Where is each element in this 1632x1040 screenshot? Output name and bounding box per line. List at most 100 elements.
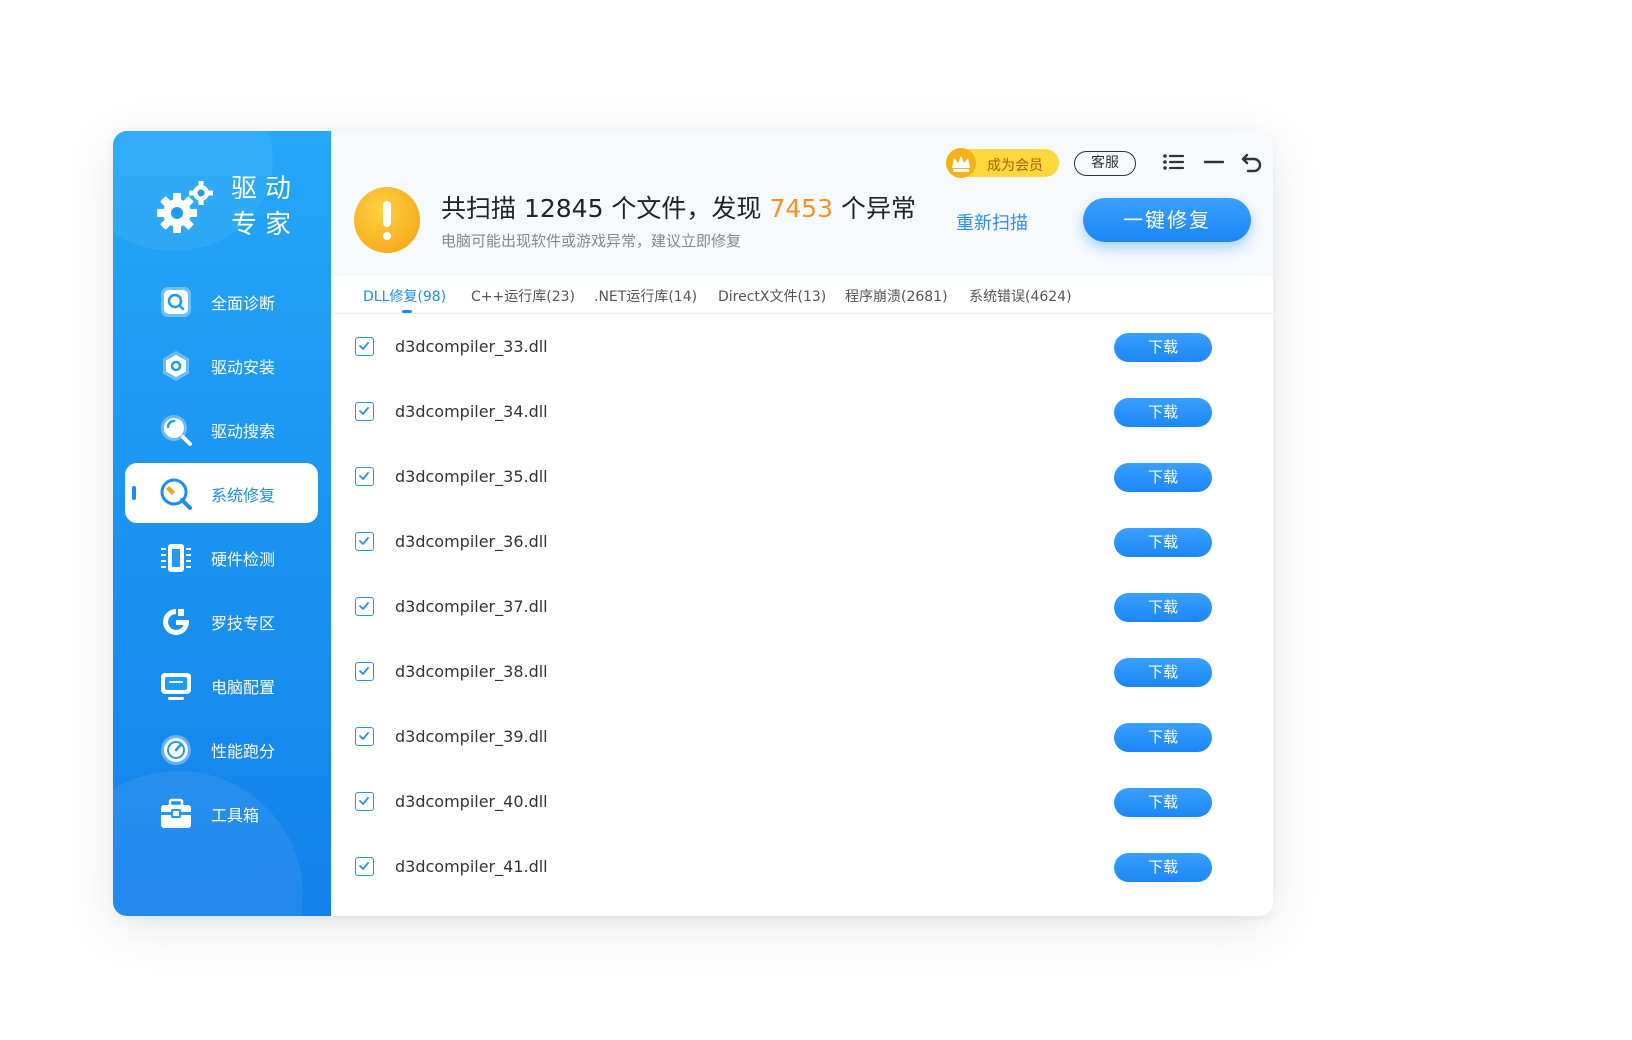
logo-text-line1: 驱动 [231,174,300,204]
list-item: d3dcompiler_34.dll 下载 [331,381,1273,446]
file-name: d3dcompiler_40.dll [395,792,548,811]
scan-result-subtitle: 电脑可能出现软件或游戏异常，建议立即修复 [441,232,742,250]
list-item: d3dcompiler_36.dll 下载 [331,511,1273,576]
sidebar-item-benchmark[interactable]: 性能跑分 [125,719,318,779]
check-icon [359,667,369,675]
list-item: d3dcompiler_38.dll 下载 [331,641,1273,706]
sidebar-item-label: 全面诊断 [211,294,276,313]
check-icon [359,602,369,610]
check-icon [359,472,369,480]
download-button[interactable]: 下载 [1114,463,1212,492]
download-button[interactable]: 下载 [1114,398,1212,427]
sidebar-item-label: 驱动搜索 [211,422,276,441]
list-item: d3dcompiler_41.dll 下载 [331,836,1273,901]
rescan-button[interactable]: 重新扫描 [956,209,1028,235]
file-checkbox[interactable] [355,467,374,486]
vip-button[interactable]: 成为会员 [946,148,1059,178]
active-tab-indicator [402,310,412,313]
file-checkbox[interactable] [355,337,374,356]
sidebar-item-label: 硬件检测 [211,550,276,569]
anomaly-count: 7453 [769,194,833,223]
sidebar-item-driver-install[interactable]: 驱动安装 [125,335,318,395]
minimize-icon[interactable] [1201,149,1227,175]
chip-icon [161,544,191,572]
vip-label: 成为会员 [987,158,1043,174]
check-icon [359,732,369,740]
download-button[interactable]: 下载 [1114,658,1212,687]
check-icon [359,797,369,805]
tab-dll-repair[interactable]: DLL修复(98) [363,286,446,306]
warning-icon [354,187,420,253]
back-icon[interactable] [1239,149,1265,175]
sidebar-item-label: 系统修复 [211,486,276,505]
category-tabs: DLL修复(98) C++运行库(23) .NET运行库(14) DirectX… [331,276,1273,314]
scan-summary-header: 共扫描 12845 个文件，发现 7453 个异常 电脑可能出现软件或游戏异常，… [331,131,1273,276]
sidebar-item-full-diagnosis[interactable]: 全面诊断 [125,271,318,331]
sidebar-item-driver-search[interactable]: 驱动搜索 [125,399,318,459]
active-marker [132,486,136,500]
file-checkbox[interactable] [355,727,374,746]
list-item: d3dcompiler_35.dll 下载 [331,446,1273,511]
menu-list-icon[interactable] [1161,149,1187,175]
speedometer-icon [161,735,191,765]
title-prefix: 共扫描 12845 个文件，发现 [441,194,770,223]
download-button[interactable]: 下载 [1114,853,1212,882]
sidebar-item-label: 驱动安装 [211,358,276,377]
file-checkbox[interactable] [355,402,374,421]
sidebar-item-hardware-check[interactable]: 硬件检测 [125,527,318,587]
file-checkbox[interactable] [355,792,374,811]
file-checkbox[interactable] [355,597,374,616]
toolbox-icon [161,798,191,828]
sidebar-item-system-repair[interactable]: 系统修复 [125,463,318,523]
scan-result-title: 共扫描 12845 个文件，发现 7453 个异常 [441,189,916,225]
file-name: d3dcompiler_36.dll [395,532,548,551]
app-window: 驱动 专家 全面诊断 驱动安装 驱动搜索 系统修复 硬件检测 罗技专区 电脑配置… [113,131,1273,916]
check-icon [359,342,369,350]
crown-icon [946,148,976,178]
tab-cpp-runtime[interactable]: C++运行库(23) [471,286,575,306]
app-logo: 驱动 专家 [155,171,315,241]
file-checkbox[interactable] [355,662,374,681]
sidebar-item-toolbox[interactable]: 工具箱 [125,783,318,843]
tab-dotnet-runtime[interactable]: .NET运行库(14) [594,286,697,306]
list-item: d3dcompiler_39.dll 下载 [331,706,1273,771]
sidebar: 驱动 专家 全面诊断 驱动安装 驱动搜索 系统修复 硬件检测 罗技专区 电脑配置… [113,131,331,916]
hexagon-icon [163,351,189,381]
search-icon [161,415,192,446]
download-button[interactable]: 下载 [1114,333,1212,362]
sidebar-item-label: 工具箱 [211,806,260,825]
list-item: d3dcompiler_40.dll 下载 [331,771,1273,836]
logo-text-line2: 专家 [231,210,300,240]
customer-service-button[interactable]: 客服 [1074,151,1136,176]
tab-system-error[interactable]: 系统错误(4624) [969,286,1072,306]
gears-icon [157,181,213,233]
sidebar-item-logitech[interactable]: 罗技专区 [125,591,318,651]
check-icon [359,407,369,415]
scan-icon [161,287,191,317]
download-button[interactable]: 下载 [1114,593,1212,622]
sidebar-item-label: 电脑配置 [211,678,276,697]
sidebar-item-pc-config[interactable]: 电脑配置 [125,655,318,715]
download-button[interactable]: 下载 [1114,528,1212,557]
monitor-icon [161,673,191,700]
main-panel: 共扫描 12845 个文件，发现 7453 个异常 电脑可能出现软件或游戏异常，… [331,131,1273,916]
check-icon [359,862,369,870]
file-name: d3dcompiler_34.dll [395,402,548,421]
file-checkbox[interactable] [355,857,374,876]
tab-program-crash[interactable]: 程序崩溃(2681) [845,286,948,306]
tab-directx-files[interactable]: DirectX文件(13) [718,286,826,306]
file-name: d3dcompiler_33.dll [395,337,548,356]
file-name: d3dcompiler_38.dll [395,662,548,681]
check-icon [359,537,369,545]
download-button[interactable]: 下载 [1114,723,1212,752]
sidebar-item-label: 性能跑分 [211,742,276,761]
one-click-fix-button[interactable]: 一键修复 [1083,198,1251,242]
file-checkbox[interactable] [355,532,374,551]
file-name: d3dcompiler_41.dll [395,857,548,876]
download-button[interactable]: 下载 [1114,788,1212,817]
logitech-icon [163,609,189,635]
wrench-icon [160,478,192,510]
file-name: d3dcompiler_35.dll [395,467,548,486]
sidebar-item-label: 罗技专区 [211,614,276,633]
list-item: d3dcompiler_33.dll 下载 [331,316,1273,381]
